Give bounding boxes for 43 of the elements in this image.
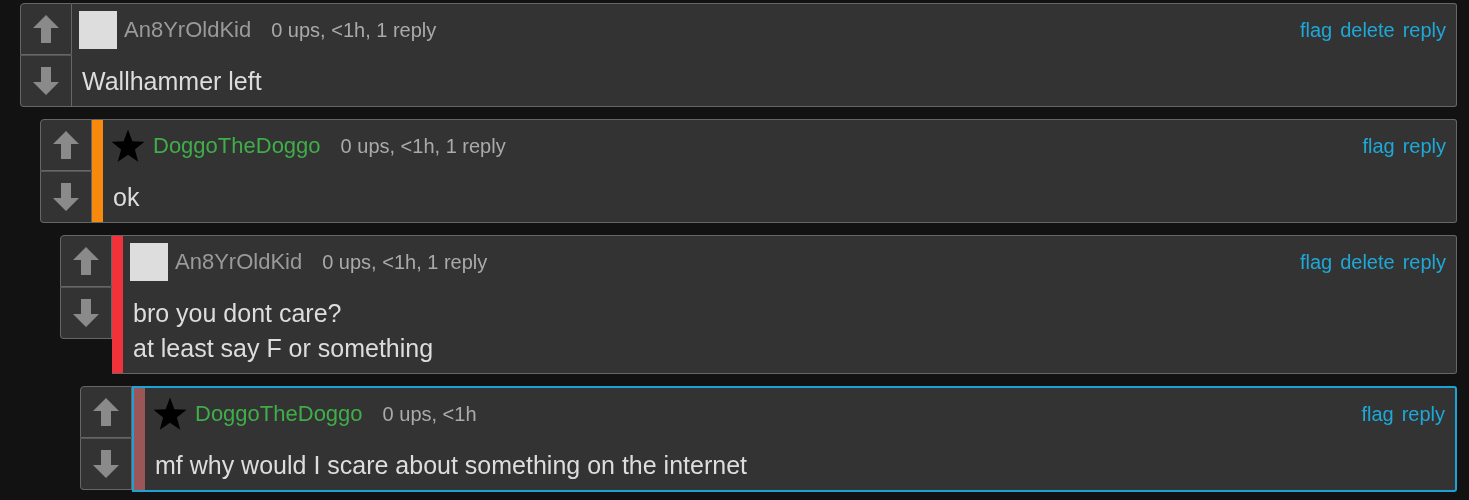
action-link[interactable]: delete xyxy=(1340,18,1395,42)
action-link[interactable]: flag xyxy=(1361,402,1394,426)
up-arrow-icon xyxy=(33,15,59,43)
down-arrow-icon xyxy=(53,183,79,211)
action-link[interactable]: reply xyxy=(1401,402,1445,426)
up-arrow-icon xyxy=(93,398,119,426)
comment-meta: 0 ups, <1h, 1 reply xyxy=(340,134,506,158)
down-arrow-icon xyxy=(73,299,99,327)
action-link[interactable]: flag xyxy=(1299,18,1333,42)
downvote-button[interactable] xyxy=(40,171,92,223)
upvote-button[interactable] xyxy=(40,119,92,171)
action-link[interactable]: reply xyxy=(1402,250,1446,274)
action-link[interactable]: delete xyxy=(1340,250,1395,274)
action-link[interactable]: reply xyxy=(1402,18,1446,42)
comment-text: at least say F or something xyxy=(133,333,435,364)
username: An8YrOldKid xyxy=(175,249,303,275)
comment-text: ok xyxy=(113,182,141,213)
star-icon xyxy=(152,396,188,432)
username: An8YrOldKid xyxy=(124,17,252,43)
downvote-button[interactable] xyxy=(60,287,112,339)
downvote-button[interactable] xyxy=(80,438,132,490)
action-link[interactable]: reply xyxy=(1402,134,1446,158)
comment-text: mf why would I scare about something on the internet xyxy=(155,450,748,481)
upvote-button[interactable] xyxy=(80,386,132,438)
star-icon xyxy=(110,128,146,164)
up-arrow-icon xyxy=(53,131,79,159)
downvote-button[interactable] xyxy=(20,55,72,107)
upvote-button[interactable] xyxy=(20,3,72,55)
comment-meta: 0 ups, <1h xyxy=(382,402,477,426)
comment-text: Wallhammer left xyxy=(82,66,263,97)
down-arrow-icon xyxy=(93,450,119,478)
avatar-placeholder xyxy=(130,243,168,281)
comment-meta: 0 ups, <1h, 1 reply xyxy=(322,250,488,274)
action-link[interactable]: flag xyxy=(1299,250,1333,274)
down-arrow-icon xyxy=(33,67,59,95)
action-link[interactable]: flag xyxy=(1362,134,1395,158)
username: DoggoTheDoggo xyxy=(153,133,321,159)
up-arrow-icon xyxy=(73,247,99,275)
upvote-button[interactable] xyxy=(60,235,112,287)
username: DoggoTheDoggo xyxy=(195,401,363,427)
avatar-placeholder xyxy=(79,11,117,49)
comment-text: bro you dont care? xyxy=(133,298,343,329)
comment-meta: 0 ups, <1h, 1 reply xyxy=(271,18,437,42)
